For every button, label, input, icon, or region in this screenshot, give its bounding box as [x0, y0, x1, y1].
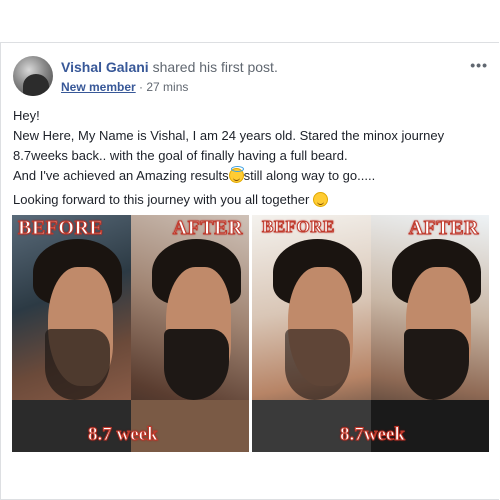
post-images[interactable]: BEFORE AFTER 8.7 week BEFORE AFTER 8.7we… [12, 215, 489, 452]
before-label: BEFORE [17, 217, 104, 240]
post-card: Vishal Galani shared his first post. New… [0, 42, 499, 500]
meta-separator: · [135, 80, 147, 94]
post-header: Vishal Galani shared his first post. [61, 59, 278, 75]
week-label: 8.7week [340, 424, 406, 446]
author-name[interactable]: Vishal Galani [61, 59, 149, 75]
post-line: New Here, My Name is Vishal, I am 24 yea… [13, 128, 445, 143]
before-after-image-1[interactable]: BEFORE AFTER 8.7 week [12, 215, 249, 452]
post-line: And I've achieved an Amazing results stil… [13, 166, 493, 186]
after-label: AFTER [408, 217, 479, 240]
post-text-segment: And I've achieved an Amazing results [13, 168, 229, 183]
before-label: BEFORE [262, 217, 335, 237]
after-photo [370, 215, 489, 452]
after-label: AFTER [172, 217, 243, 240]
member-badge[interactable]: New member [61, 80, 136, 94]
shared-text: shared his first post. [152, 59, 278, 75]
smiling-halo-emoji-icon [228, 166, 244, 183]
post-line: Looking forward to this journey with you… [13, 190, 493, 210]
before-photo [12, 215, 131, 452]
before-after-image-2[interactable]: BEFORE AFTER 8.7week [252, 215, 489, 452]
post-text-segment: Looking forward to this journey with you… [13, 192, 313, 207]
post-line: 8.7weeks back.. with the goal of finally… [13, 148, 348, 163]
after-photo [130, 215, 249, 452]
post-text-segment: still along way to go..... [243, 168, 376, 183]
post-line: Hey! [13, 108, 40, 123]
timestamp[interactable]: 27 mins [146, 80, 188, 94]
week-label: 8.7 week [88, 424, 159, 446]
post-meta: New member · 27 mins [61, 80, 188, 94]
more-options-icon[interactable]: ••• [470, 57, 488, 73]
smiling-face-emoji-icon [312, 192, 328, 207]
before-photo [252, 215, 371, 452]
avatar[interactable] [13, 56, 53, 96]
post-body: Hey! New Here, My Name is Vishal, I am 2… [13, 106, 493, 210]
